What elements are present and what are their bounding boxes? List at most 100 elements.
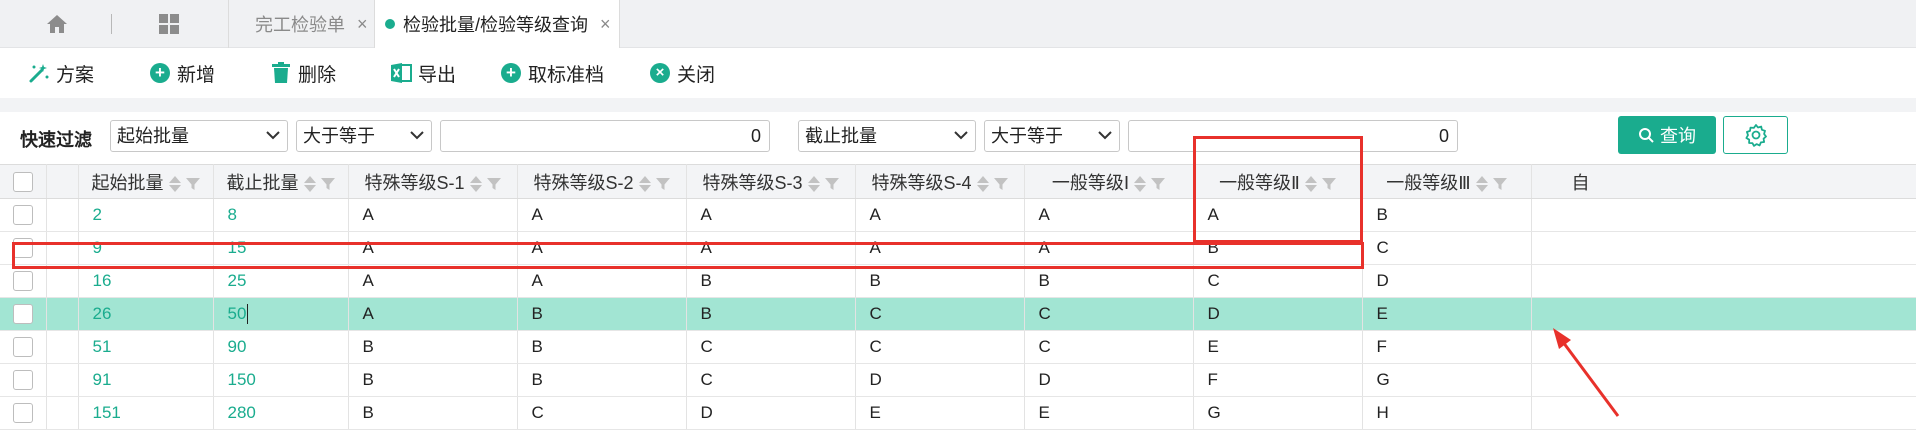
table-cell[interactable]: 9 [78,231,214,265]
table-cell[interactable]: B [1193,231,1363,265]
row-checkbox[interactable] [12,337,33,358]
close-button[interactable]: × 关闭 [649,60,715,86]
filter-icon[interactable] [1321,177,1336,191]
header-special-s2[interactable]: 特殊等级S-2 [517,164,687,199]
table-cell[interactable]: G [1362,363,1532,397]
filter-icon[interactable] [1151,177,1166,191]
table-cell[interactable]: 280 [213,396,349,430]
table-cell[interactable]: E [1362,297,1532,331]
table-cell[interactable]: G [1193,396,1363,430]
select-all-checkbox[interactable] [12,172,33,193]
table-cell[interactable]: A [855,198,1025,232]
table-cell[interactable]: A [348,264,518,298]
table-row[interactable]: 2 8 A A A A A A B [0,198,1916,232]
filter-icon[interactable] [185,177,200,191]
table-cell[interactable]: F [1362,330,1532,364]
table-row[interactable]: 91 150 B B C D D F G [0,363,1916,397]
sort-icon[interactable] [1134,175,1147,192]
table-row[interactable]: 26 50 A B B C C D E [0,297,1916,331]
close-icon[interactable]: × [600,14,611,35]
filter-icon[interactable] [1492,177,1507,191]
home-icon[interactable] [40,11,74,37]
filter-value-input-1[interactable]: 0 [440,120,770,152]
table-cell[interactable]: B [1362,198,1532,232]
row-checkbox[interactable] [12,238,33,259]
table-cell[interactable]: 91 [78,363,214,397]
table-cell[interactable]: E [1024,396,1194,430]
table-cell[interactable]: C [517,396,687,430]
sort-icon[interactable] [1475,175,1488,192]
table-cell[interactable]: D [1193,297,1363,331]
table-cell[interactable]: B [855,264,1025,298]
table-cell[interactable]: A [517,231,687,265]
table-cell[interactable]: A [1024,231,1194,265]
table-cell[interactable]: H [1362,396,1532,430]
table-cell[interactable]: B [517,297,687,331]
table-cell[interactable]: A [1193,198,1363,232]
table-cell[interactable]: 151 [78,396,214,430]
table-cell[interactable]: A [348,297,518,331]
export-button[interactable]: 导出 [390,60,456,86]
header-custom-truncated[interactable]: 自 [1531,164,1916,199]
table-cell[interactable]: C [855,297,1025,331]
sort-icon[interactable] [303,175,316,192]
header-special-s1[interactable]: 特殊等级S-1 [348,164,518,199]
sort-icon[interactable] [807,175,820,192]
table-cell[interactable]: 15 [213,231,349,265]
app-grid-icon[interactable] [152,11,186,37]
row-checkbox[interactable] [12,205,33,226]
sort-icon[interactable] [168,175,181,192]
row-checkbox[interactable] [12,370,33,391]
table-cell[interactable]: C [1362,231,1532,265]
filter-field-select-1[interactable]: 起始批量 [110,120,288,152]
table-cell[interactable]: C [686,363,856,397]
tab-inspection-level-query[interactable]: 检验批量/检验等级查询 × [374,0,620,48]
table-row[interactable]: 151 280 B C D E E G H [0,396,1916,430]
table-cell[interactable]: D [1024,363,1194,397]
row-checkbox[interactable] [12,304,33,325]
table-cell[interactable]: A [1024,198,1194,232]
filter-icon[interactable] [993,177,1008,191]
table-cell[interactable]: C [1193,264,1363,298]
table-cell[interactable]: C [1024,330,1194,364]
filter-operator-select-1[interactable]: 大于等于 [296,120,432,152]
header-start-qty[interactable]: 起始批量 [78,164,214,199]
query-button[interactable]: 查询 [1618,116,1716,154]
table-cell[interactable]: 16 [78,264,214,298]
table-cell[interactable]: A [517,264,687,298]
table-cell[interactable]: 26 [78,297,214,331]
sort-icon[interactable] [1304,175,1317,192]
table-row[interactable]: 9 15 A A A A A B C [0,231,1916,265]
table-cell[interactable]: A [517,198,687,232]
table-cell[interactable]: B [1024,264,1194,298]
table-row[interactable]: 16 25 A A B B B C D [0,264,1916,298]
header-general-3[interactable]: 一般等级Ⅲ [1362,164,1532,199]
sort-icon[interactable] [469,175,482,192]
sort-icon[interactable] [976,175,989,192]
filter-icon[interactable] [824,177,839,191]
table-cell[interactable]: 150 [213,363,349,397]
add-button[interactable]: + 新增 [149,60,215,86]
header-end-qty[interactable]: 截止批量 [213,164,349,199]
table-cell[interactable]: F [1193,363,1363,397]
table-cell[interactable]: D [686,396,856,430]
table-cell[interactable]: E [855,396,1025,430]
filter-icon[interactable] [320,177,335,191]
table-cell[interactable]: 8 [213,198,349,232]
table-cell[interactable]: E [1193,330,1363,364]
header-general-2[interactable]: 一般等级Ⅱ [1193,164,1363,199]
row-checkbox[interactable] [12,271,33,292]
table-cell[interactable]: 51 [78,330,214,364]
filter-icon[interactable] [486,177,501,191]
filter-operator-select-2[interactable]: 大于等于 [984,120,1120,152]
table-cell[interactable]: C [1024,297,1194,331]
header-special-s4[interactable]: 特殊等级S-4 [855,164,1025,199]
table-cell[interactable]: B [686,297,856,331]
table-cell[interactable]: C [855,330,1025,364]
table-cell[interactable]: B [348,330,518,364]
tab-completion-inspection[interactable]: 完工检验单 × [228,0,374,48]
table-cell[interactable]: B [348,396,518,430]
table-cell[interactable]: D [855,363,1025,397]
table-cell[interactable]: B [517,363,687,397]
table-cell[interactable]: B [517,330,687,364]
